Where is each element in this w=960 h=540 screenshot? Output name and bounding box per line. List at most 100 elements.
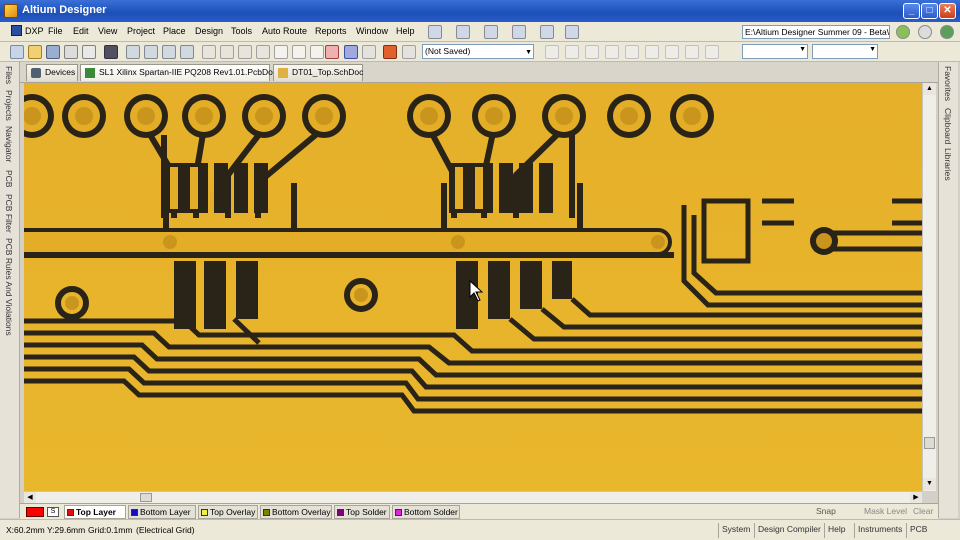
scroll-up-icon[interactable]: ▲ — [923, 83, 936, 95]
save-icon[interactable] — [46, 45, 60, 59]
vertical-scroll-thumb[interactable] — [924, 437, 935, 449]
page-icon[interactable] — [540, 25, 554, 39]
layer-tab-top-layer[interactable]: Top Layer — [64, 505, 126, 519]
align-icon[interactable] — [545, 45, 559, 59]
menu-reports[interactable]: Reports — [315, 26, 347, 36]
horizontal-scroll-thumb[interactable] — [140, 493, 152, 502]
fill-icon[interactable] — [685, 45, 699, 59]
paste-icon[interactable] — [238, 45, 252, 59]
menu-tools[interactable]: Tools — [231, 26, 252, 36]
panel-tab-pcb-filter[interactable]: PCB Filter — [4, 194, 14, 233]
tab-label: DT01_Top.SchDoc — [292, 67, 364, 77]
menu-place[interactable]: Place — [163, 26, 186, 36]
string-icon[interactable] — [705, 45, 719, 59]
edit-pencil-icon[interactable] — [383, 45, 397, 59]
go-back-icon[interactable] — [896, 25, 910, 39]
layer-tab-top-solder[interactable]: Top Solder — [334, 505, 390, 519]
zoom-area-icon[interactable] — [144, 45, 158, 59]
layer-tab-bottom-layer[interactable]: Bottom Layer — [128, 505, 196, 519]
help-icon[interactable] — [402, 45, 416, 59]
new-file-icon[interactable] — [10, 45, 24, 59]
layer-tab-top-overlay[interactable]: Top Overlay — [198, 505, 258, 519]
menu-dxp[interactable]: DXP — [11, 26, 44, 36]
current-layer-color-swatch[interactable] — [26, 507, 44, 517]
mask-level-button[interactable]: Mask Level — [864, 506, 907, 516]
panel-tab-clipboard[interactable]: Clipboard — [943, 108, 953, 144]
cut-icon[interactable] — [202, 45, 216, 59]
clear-button[interactable]: Clear — [913, 506, 933, 516]
menu-help[interactable]: Help — [396, 26, 415, 36]
redo-icon[interactable] — [362, 45, 376, 59]
menu-window[interactable]: Window — [356, 26, 388, 36]
panel-tab-files[interactable]: Files — [4, 66, 14, 84]
deselect-icon[interactable] — [310, 45, 324, 59]
panel-tab-navigator[interactable]: Navigator — [4, 126, 14, 162]
status-system-button[interactable]: System — [718, 523, 753, 538]
distribute-icon[interactable] — [585, 45, 599, 59]
horizontal-scrollbar[interactable]: ◀ ▶ — [24, 491, 922, 503]
saved-status-combo[interactable]: (Not Saved) ▼ — [422, 44, 534, 59]
copy-icon[interactable] — [220, 45, 234, 59]
close-button[interactable]: ✕ — [939, 3, 956, 19]
menu-file[interactable]: File — [48, 26, 63, 36]
status-instruments-button[interactable]: Instruments — [854, 523, 905, 538]
document-path-field[interactable]: E:\Altium Designer Summer 09 - Beta\E — [742, 25, 890, 39]
menu-auto-route[interactable]: Auto Route — [262, 26, 307, 36]
text-icon[interactable] — [625, 45, 639, 59]
grid-icon[interactable] — [565, 25, 579, 39]
tab-devices[interactable]: Devices — [26, 64, 78, 81]
layer-set-button[interactable]: S — [47, 507, 59, 517]
menu-view[interactable]: View — [98, 26, 117, 36]
panel-tab-pcb-rules[interactable]: PCB Rules And Violations — [4, 238, 14, 336]
zoom-selected-icon[interactable] — [162, 45, 176, 59]
scroll-down-icon[interactable]: ▼ — [923, 478, 936, 490]
chart-icon[interactable] — [428, 25, 442, 39]
print-icon[interactable] — [64, 45, 78, 59]
minimize-button[interactable]: _ — [903, 3, 920, 19]
snap-button[interactable]: Snap — [816, 506, 836, 516]
filter-combo[interactable]: ▼ — [812, 44, 878, 59]
panel-tab-projects[interactable]: Projects — [4, 90, 14, 121]
main-toolbar: (Not Saved) ▼ ▼ ▼ — [0, 42, 960, 62]
print-icon[interactable] — [484, 25, 498, 39]
print-preview-icon[interactable] — [82, 45, 96, 59]
component-icon[interactable] — [565, 45, 579, 59]
zoom-fit-icon[interactable] — [126, 45, 140, 59]
panel-tab-pcb[interactable]: PCB — [4, 170, 14, 187]
undo-icon[interactable] — [344, 45, 358, 59]
rubber-stamp-icon[interactable] — [256, 45, 270, 59]
scroll-right-icon[interactable]: ▶ — [910, 492, 922, 503]
menu-project[interactable]: Project — [127, 26, 155, 36]
menu-design[interactable]: Design — [195, 26, 223, 36]
move-icon[interactable] — [292, 45, 306, 59]
open-folder-icon[interactable] — [28, 45, 42, 59]
arc-icon[interactable] — [665, 45, 679, 59]
clear-filter-icon[interactable] — [325, 45, 339, 59]
layers-icon[interactable] — [104, 45, 118, 59]
pcb-canvas[interactable] — [24, 83, 922, 491]
status-design-compiler-button[interactable]: Design Compiler — [754, 523, 824, 538]
maximize-button[interactable]: □ — [921, 3, 938, 19]
devices-icon — [31, 68, 41, 78]
import-icon[interactable] — [456, 25, 470, 39]
layer-tab-bottom-solder[interactable]: Bottom Solder — [392, 505, 460, 519]
home-icon[interactable] — [918, 25, 932, 39]
tab-schematic-document[interactable]: DT01_Top.SchDoc — [273, 64, 363, 81]
tab-pcb-document[interactable]: SL1 Xilinx Spartan-IIE PQ208 Rev1.01.Pcb… — [80, 64, 277, 81]
status-help-button[interactable]: Help — [824, 523, 848, 538]
room-icon[interactable] — [605, 45, 619, 59]
menu-edit[interactable]: Edit — [73, 26, 89, 36]
status-pcb-button[interactable]: PCB — [906, 523, 930, 538]
layer-set-combo[interactable]: ▼ — [742, 44, 808, 59]
scroll-left-icon[interactable]: ◀ — [24, 492, 36, 503]
pcb-layout-drawing[interactable] — [24, 83, 922, 491]
zoom-last-icon[interactable] — [180, 45, 194, 59]
select-area-icon[interactable] — [274, 45, 288, 59]
dimension-icon[interactable] — [645, 45, 659, 59]
layer-tab-bottom-overlay[interactable]: Bottom Overlay — [260, 505, 332, 519]
folder-icon[interactable] — [512, 25, 526, 39]
go-forward-icon[interactable] — [940, 25, 954, 39]
panel-tab-favorites[interactable]: Favorites — [943, 66, 953, 101]
panel-tab-libraries[interactable]: Libraries — [943, 148, 953, 181]
vertical-scrollbar[interactable]: ▲ ▼ — [922, 83, 936, 491]
